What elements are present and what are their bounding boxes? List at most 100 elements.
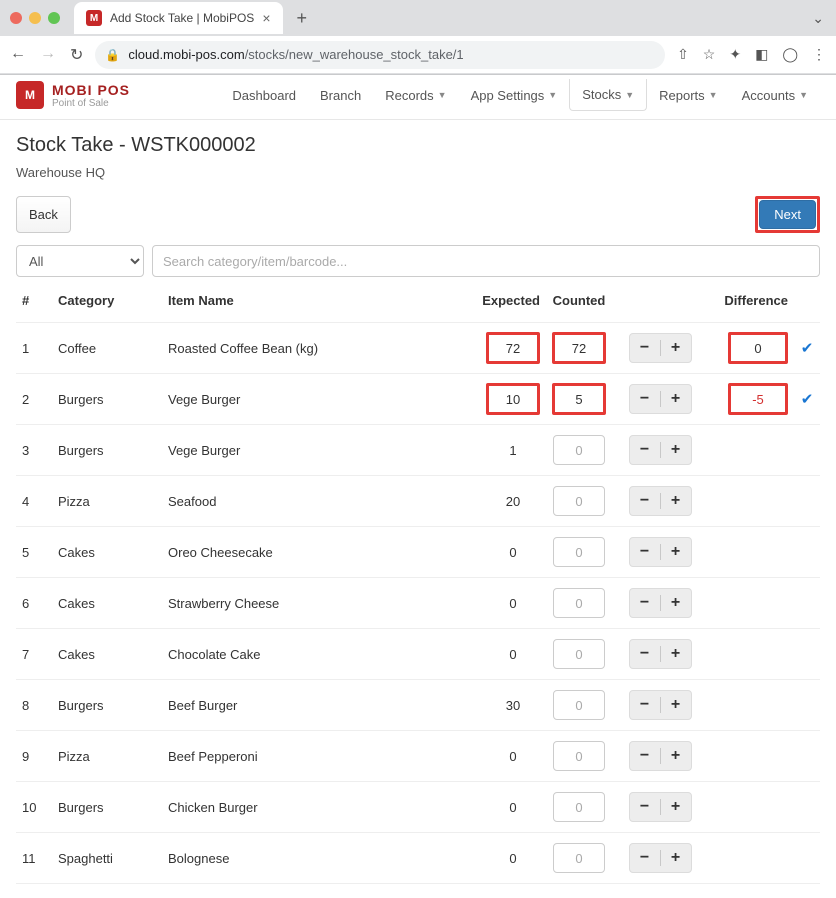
plus-button[interactable]: + xyxy=(661,742,691,770)
cell-counted xyxy=(546,425,612,476)
minus-button[interactable]: − xyxy=(630,742,660,770)
share-icon[interactable]: ⇧ xyxy=(677,46,689,63)
quantity-stepper: −+ xyxy=(629,690,692,720)
minus-button[interactable]: − xyxy=(630,691,660,719)
new-tab-button[interactable]: + xyxy=(291,8,314,29)
address-bar[interactable]: 🔒 cloud.mobi-pos.com/stocks/new_warehous… xyxy=(95,41,665,69)
profile-icon[interactable]: ◯ xyxy=(782,46,798,63)
counted-input[interactable] xyxy=(553,843,605,873)
cell-item: Beef Pepperoni xyxy=(162,731,472,782)
cell-counted xyxy=(546,476,612,527)
minus-button[interactable]: − xyxy=(630,334,660,362)
plus-button[interactable]: + xyxy=(661,487,691,515)
back-button[interactable]: Back xyxy=(16,196,71,233)
cell-category: Pizza xyxy=(52,731,162,782)
chevron-down-icon[interactable]: ⌄ xyxy=(812,10,826,27)
brand[interactable]: M MOBI POS Point of Sale xyxy=(16,81,130,109)
cell-check xyxy=(794,578,820,629)
minus-button[interactable]: − xyxy=(630,487,660,515)
cell-counted xyxy=(546,374,612,425)
counted-input[interactable] xyxy=(552,383,606,415)
star-icon[interactable]: ☆ xyxy=(703,46,716,63)
counted-input[interactable] xyxy=(553,435,605,465)
cell-number: 4 xyxy=(16,476,52,527)
nav-app-settings[interactable]: App Settings ▼ xyxy=(459,79,570,111)
reload-icon[interactable]: ↻ xyxy=(70,45,83,65)
cell-difference xyxy=(708,680,794,731)
menu-icon[interactable]: ⋮ xyxy=(812,46,826,63)
counted-input[interactable] xyxy=(553,741,605,771)
minus-button[interactable]: − xyxy=(630,793,660,821)
nav-reports[interactable]: Reports ▼ xyxy=(647,79,729,111)
cell-item: Chocolate Cake xyxy=(162,629,472,680)
close-window-icon[interactable] xyxy=(10,12,22,24)
cell-number: 2 xyxy=(16,374,52,425)
cell-difference: -5 xyxy=(708,374,794,425)
col-expected: Expected xyxy=(472,285,546,323)
nav-dashboard[interactable]: Dashboard xyxy=(220,79,308,111)
plus-button[interactable]: + xyxy=(661,844,691,872)
search-input[interactable] xyxy=(152,245,820,277)
category-filter[interactable]: All xyxy=(16,245,144,277)
cell-category: Pizza xyxy=(52,476,162,527)
plus-button[interactable]: + xyxy=(661,538,691,566)
caret-icon: ▼ xyxy=(709,90,718,100)
quantity-stepper: −+ xyxy=(629,537,692,567)
sidepanel-icon[interactable]: ◧ xyxy=(755,46,768,63)
table-row: 8BurgersBeef Burger30−+ xyxy=(16,680,820,731)
quantity-stepper: −+ xyxy=(629,486,692,516)
maximize-window-icon[interactable] xyxy=(48,12,60,24)
main-nav: Dashboard Branch Records ▼ App Settings … xyxy=(220,79,820,111)
plus-button[interactable]: + xyxy=(661,334,691,362)
counted-input[interactable] xyxy=(553,486,605,516)
col-counted: Counted xyxy=(546,285,612,323)
back-icon[interactable]: ← xyxy=(10,45,26,65)
nav-branch[interactable]: Branch xyxy=(308,79,373,111)
cell-number: 11 xyxy=(16,833,52,884)
cell-counted xyxy=(546,323,612,374)
counted-input[interactable] xyxy=(553,588,605,618)
plus-button[interactable]: + xyxy=(661,691,691,719)
quantity-stepper: −+ xyxy=(629,384,692,414)
minus-button[interactable]: − xyxy=(630,589,660,617)
minus-button[interactable]: − xyxy=(630,436,660,464)
plus-button[interactable]: + xyxy=(661,640,691,668)
quantity-stepper: −+ xyxy=(629,333,692,363)
next-button[interactable]: Next xyxy=(759,200,816,229)
plus-button[interactable]: + xyxy=(661,436,691,464)
cell-item: Oreo Cheesecake xyxy=(162,527,472,578)
plus-button[interactable]: + xyxy=(661,385,691,413)
cell-number: 5 xyxy=(16,527,52,578)
caret-icon: ▼ xyxy=(799,90,808,100)
minimize-window-icon[interactable] xyxy=(29,12,41,24)
col-difference: Difference xyxy=(708,285,794,323)
counted-input[interactable] xyxy=(553,690,605,720)
nav-records[interactable]: Records ▼ xyxy=(373,79,458,111)
cell-check xyxy=(794,527,820,578)
minus-button[interactable]: − xyxy=(630,538,660,566)
browser-tab[interactable]: M Add Stock Take | MobiPOS × xyxy=(74,2,283,34)
minus-button[interactable]: − xyxy=(630,385,660,413)
cell-stepper: −+ xyxy=(612,629,708,680)
cell-check xyxy=(794,782,820,833)
col-item: Item Name xyxy=(162,285,472,323)
close-tab-icon[interactable]: × xyxy=(262,10,270,26)
minus-button[interactable]: − xyxy=(630,640,660,668)
cell-item: Chicken Burger xyxy=(162,782,472,833)
cell-counted xyxy=(546,833,612,884)
forward-icon[interactable]: → xyxy=(40,45,56,65)
plus-button[interactable]: + xyxy=(661,589,691,617)
nav-stocks[interactable]: Stocks ▼ xyxy=(569,79,647,111)
plus-button[interactable]: + xyxy=(661,793,691,821)
counted-input[interactable] xyxy=(553,537,605,567)
counted-input[interactable] xyxy=(552,332,606,364)
cell-difference xyxy=(708,782,794,833)
nav-accounts[interactable]: Accounts ▼ xyxy=(730,79,820,111)
cell-number: 8 xyxy=(16,680,52,731)
minus-button[interactable]: − xyxy=(630,844,660,872)
counted-input[interactable] xyxy=(553,792,605,822)
cell-counted xyxy=(546,629,612,680)
counted-input[interactable] xyxy=(553,639,605,669)
extensions-icon[interactable]: ✦ xyxy=(729,46,741,63)
cell-number: 10 xyxy=(16,782,52,833)
